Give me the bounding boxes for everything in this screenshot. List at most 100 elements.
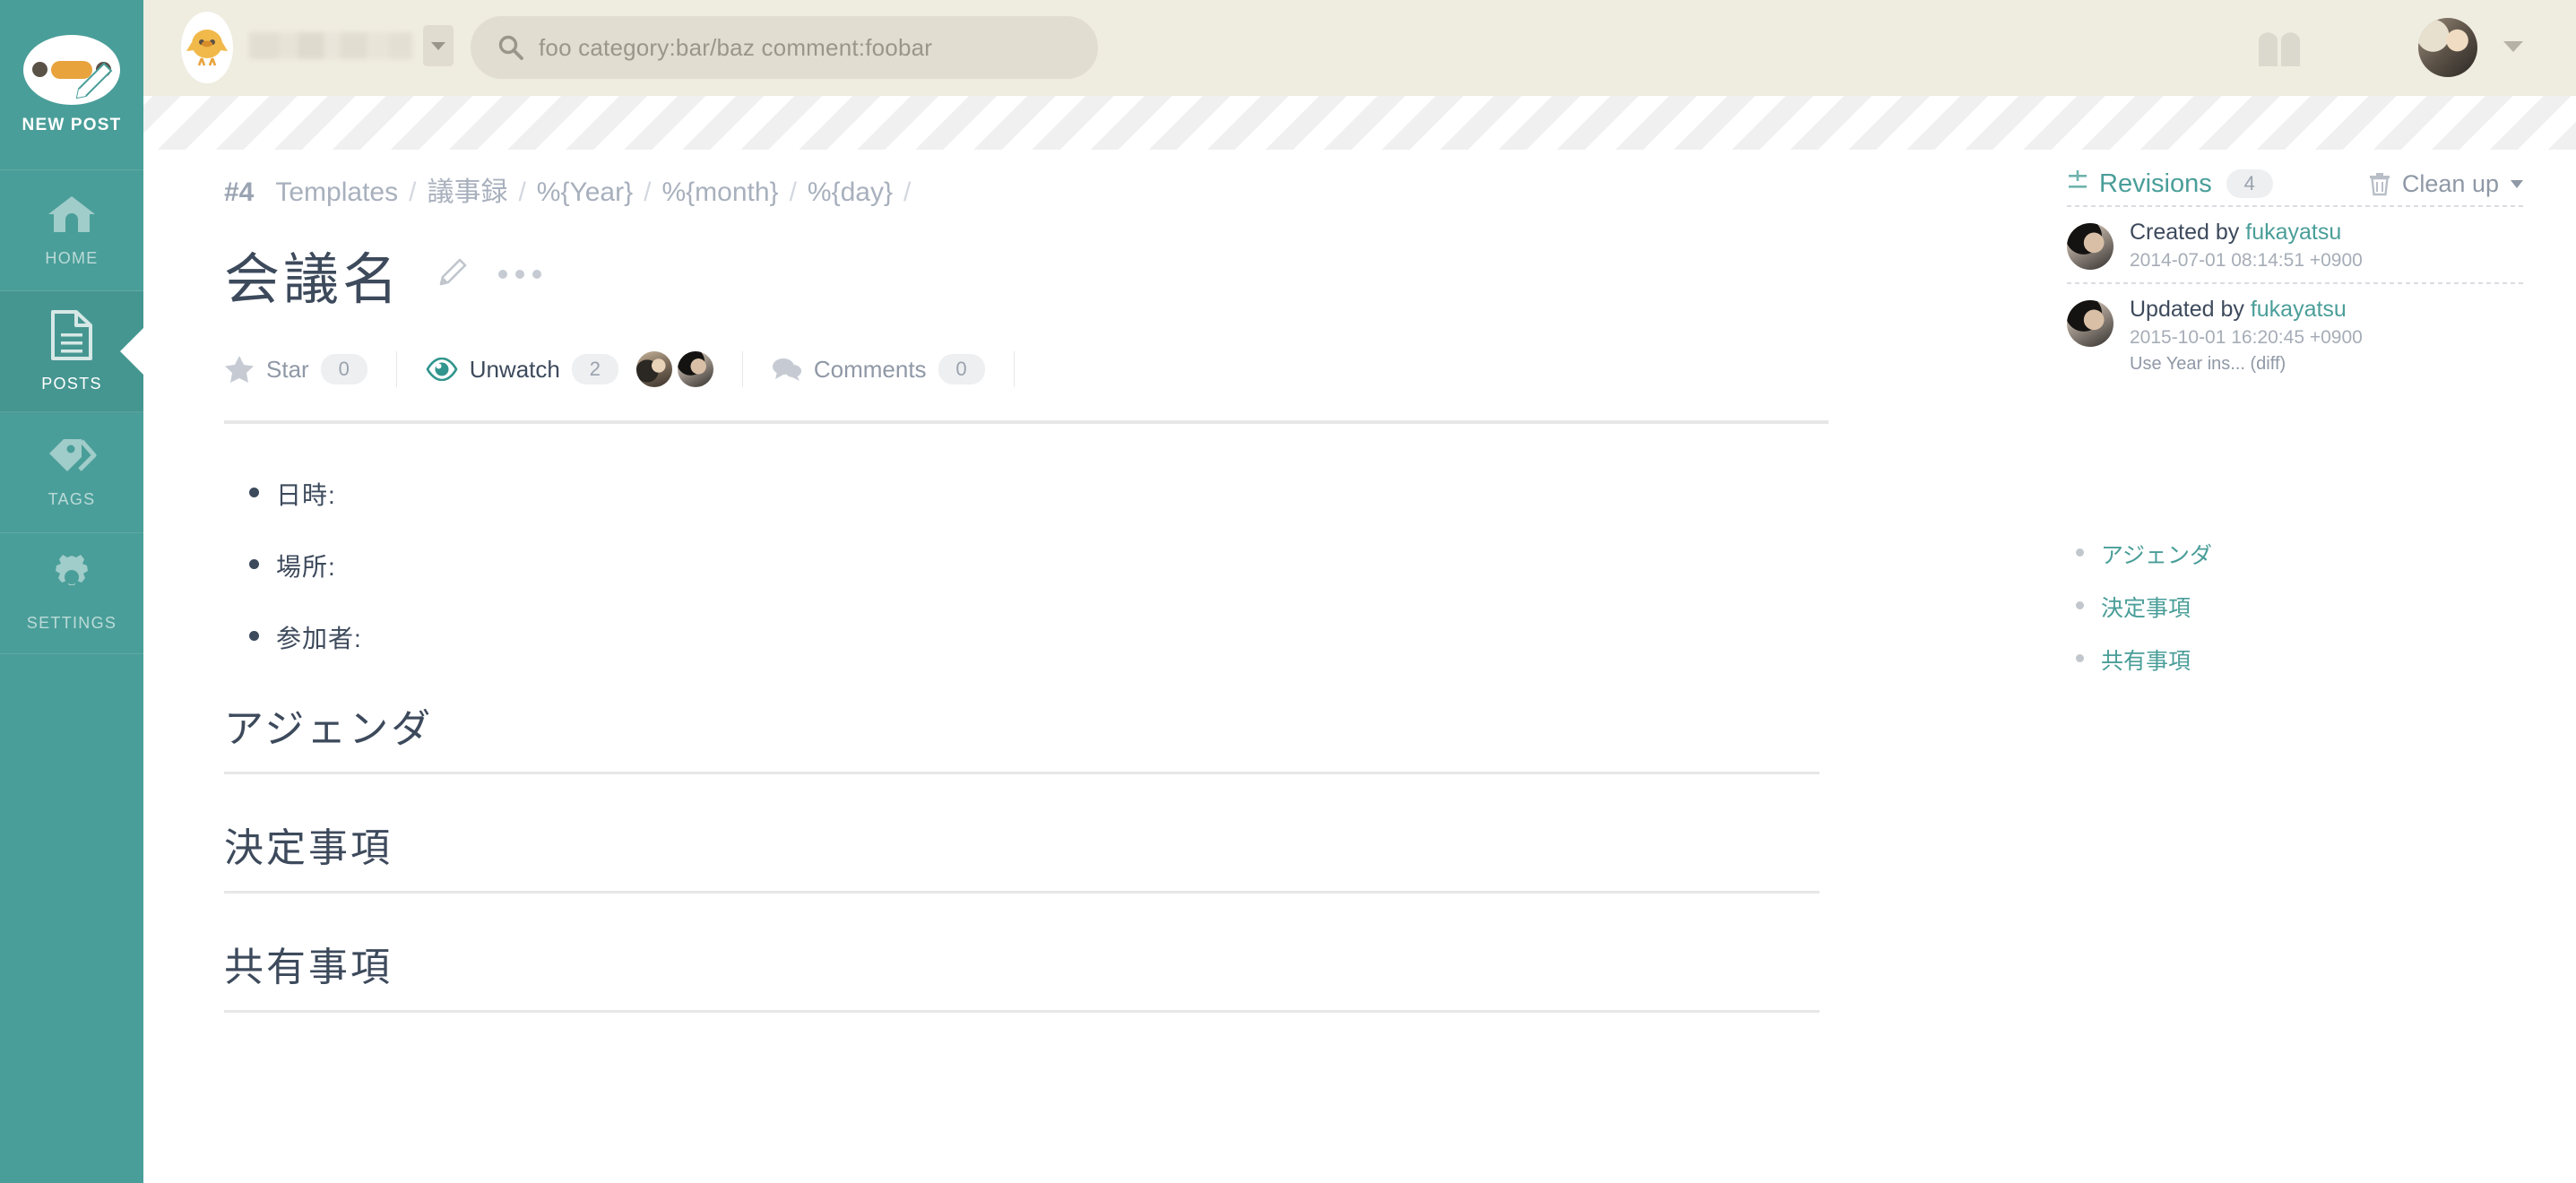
- chick-pencil-icon: [23, 34, 120, 105]
- revision-timestamp: 2015-10-01 16:20:45 +0900: [2130, 327, 2363, 348]
- toc-link[interactable]: 共有事項: [2101, 649, 2191, 674]
- breadcrumb-item-2[interactable]: %{Year}: [537, 177, 633, 208]
- document-icon: [49, 309, 94, 366]
- toc-link[interactable]: アジェンダ: [2101, 543, 2212, 568]
- revisions-title: Revisions: [2099, 168, 2212, 198]
- post-actions: Star 0 Unwatch 2 Comments 0: [224, 349, 1963, 390]
- avatar[interactable]: [2418, 18, 2477, 77]
- breadcrumb-separator-trailing: /: [903, 177, 912, 207]
- sidebar-item-home[interactable]: HOME: [0, 170, 143, 291]
- breadcrumb-item-1[interactable]: 議事録: [427, 169, 507, 209]
- cleanup-button[interactable]: Clean up: [2368, 170, 2524, 198]
- watcher-avatars: [635, 351, 713, 387]
- list-item: 場所:: [224, 548, 1963, 583]
- revision-user[interactable]: fukayatsu: [2251, 297, 2347, 322]
- cleanup-label: Clean up: [2401, 169, 2499, 197]
- revision-user[interactable]: fukayatsu: [2245, 220, 2341, 245]
- toc-item[interactable]: アジェンダ: [2067, 538, 2524, 570]
- team-switcher-button[interactable]: [423, 25, 454, 66]
- star-count: 0: [320, 354, 367, 384]
- watch-count: 2: [571, 354, 618, 384]
- search-placeholder: foo category:bar/baz comment:foobar: [539, 33, 933, 61]
- trash-icon: [2369, 173, 2390, 196]
- avatar: [2067, 223, 2114, 270]
- content-divider: [224, 420, 1828, 424]
- comments-button[interactable]: Comments 0: [772, 354, 985, 384]
- sidebar-item-label: POSTS: [41, 375, 102, 393]
- avatar: [2067, 300, 2114, 347]
- sidebar-item-posts[interactable]: POSTS: [0, 291, 143, 412]
- title-row: 会議名: [224, 234, 1963, 315]
- caret-down-icon: [431, 42, 445, 50]
- search-icon: [498, 35, 523, 60]
- main-content: #4 Templates / 議事録 / %{Year} / %{month} …: [143, 150, 2576, 1183]
- breadcrumb-separator: /: [518, 177, 526, 207]
- comment-icon: [772, 358, 801, 381]
- chick-logo-icon[interactable]: [181, 12, 233, 83]
- sidebar-item-settings[interactable]: SETTINGS: [0, 533, 143, 654]
- notebook-icon[interactable]: [2252, 20, 2307, 80]
- sidebar-item-label: NEW POST: [22, 115, 122, 134]
- revision-entry[interactable]: Created by fukayatsu 2014-07-01 08:14:51…: [2067, 207, 2524, 282]
- app-root: NEW POST HOME POSTS TAGS SETTINGS foo ca…: [0, 0, 2576, 1183]
- avatar[interactable]: [677, 351, 713, 387]
- revision-action: Created by fukayatsu: [2130, 220, 2363, 246]
- sidebar-item-label: TAGS: [48, 490, 96, 508]
- revision-note[interactable]: Use Year ins... (diff): [2130, 354, 2363, 375]
- table-of-contents: アジェンダ 決定事項 共有事項: [2067, 538, 2524, 676]
- breadcrumb: #4 Templates / 議事録 / %{Year} / %{month} …: [224, 150, 1963, 209]
- pencil-icon: [75, 62, 113, 99]
- sidebar-item-label: SETTINGS: [26, 614, 117, 632]
- search-input[interactable]: foo category:bar/baz comment:foobar: [471, 16, 1098, 79]
- toc-item[interactable]: 共有事項: [2067, 643, 2524, 676]
- section-heading-decisions: 決定事項: [224, 816, 1963, 894]
- heading-text: 共有事項: [224, 946, 393, 989]
- star-button[interactable]: Star 0: [224, 354, 367, 384]
- striped-divider: [143, 96, 2576, 150]
- divider: [741, 351, 743, 387]
- heading-text: アジェンダ: [224, 707, 434, 751]
- divider: [1013, 351, 1015, 387]
- post-body: 日時: 場所: 参加者: アジェンダ 決定事項 共有事項: [224, 476, 1963, 1013]
- page-title: 会議名: [224, 249, 402, 311]
- breadcrumb-item-3[interactable]: %{month}: [661, 177, 778, 208]
- star-label: Star: [266, 355, 309, 383]
- pencil-icon[interactable]: [437, 257, 468, 292]
- user-menu-caret-down-icon[interactable]: [2503, 39, 2524, 57]
- avatar[interactable]: [635, 351, 672, 387]
- sidebar-item-tags[interactable]: TAGS: [0, 412, 143, 533]
- info-list: 日時: 場所: 参加者:: [224, 476, 1963, 655]
- heading-rule: [224, 891, 1820, 894]
- team-name[interactable]: [249, 32, 412, 59]
- revision-timestamp: 2014-07-01 08:14:51 +0900: [2130, 250, 2363, 271]
- active-indicator: [120, 328, 143, 375]
- home-icon: [47, 193, 97, 240]
- sidebar-item-new-post[interactable]: NEW POST: [0, 0, 143, 170]
- breadcrumb-separator: /: [644, 177, 652, 207]
- breadcrumb-item-4[interactable]: %{day}: [808, 177, 893, 208]
- ellipsis-icon[interactable]: [498, 270, 542, 279]
- tags-icon: [46, 436, 98, 481]
- revisions-count: 4: [2226, 169, 2273, 198]
- gear-icon: [48, 554, 95, 605]
- revisions-header: Revisions 4 Clean up: [2067, 150, 2524, 205]
- breadcrumb-item-0[interactable]: Templates: [275, 177, 398, 208]
- toc-link[interactable]: 決定事項: [2101, 596, 2191, 621]
- top-header: foo category:bar/baz comment:foobar: [143, 0, 2576, 96]
- list-item: 日時:: [224, 476, 1963, 512]
- post-column: #4 Templates / 議事録 / %{Year} / %{month} …: [224, 150, 1963, 1013]
- watch-button[interactable]: Unwatch 2: [426, 354, 618, 384]
- toc-item[interactable]: 決定事項: [2067, 591, 2524, 623]
- section-heading-agenda: アジェンダ: [224, 696, 1963, 774]
- right-sidebar: Revisions 4 Clean up Created by fukayats…: [2067, 150, 2524, 696]
- breadcrumb-separator: /: [789, 177, 797, 207]
- eye-icon: [426, 358, 458, 381]
- left-sidebar: NEW POST HOME POSTS TAGS SETTINGS: [0, 0, 143, 1183]
- sidebar-item-label: HOME: [45, 249, 99, 267]
- revision-entry[interactable]: Updated by fukayatsu 2015-10-01 16:20:45…: [2067, 284, 2524, 385]
- post-number: #4: [224, 177, 255, 207]
- diff-icon: [2067, 169, 2088, 198]
- list-item: 参加者:: [224, 619, 1963, 655]
- comments-count: 0: [938, 354, 985, 384]
- divider: [395, 351, 397, 387]
